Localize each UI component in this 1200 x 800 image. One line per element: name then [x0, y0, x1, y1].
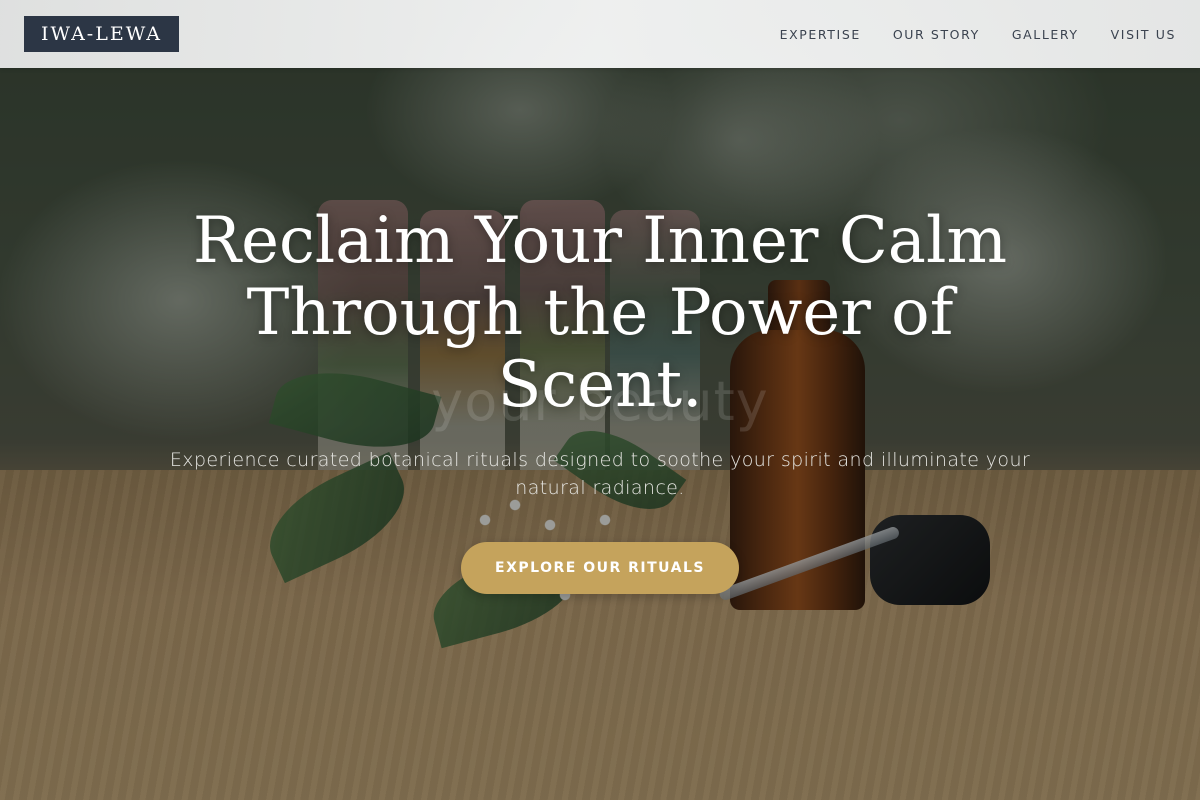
site-logo[interactable]: IWA-LEWA: [24, 16, 180, 52]
main-nav: EXPERTISE OUR STORY GALLERY VISIT US: [780, 0, 1176, 68]
site-header: IWA-LEWA EXPERTISE OUR STORY GALLERY VIS…: [0, 0, 1200, 68]
nav-link-our-story[interactable]: OUR STORY: [893, 27, 980, 42]
hero-subtitle: Experience curated botanical rituals des…: [169, 449, 1031, 499]
nav-link-gallery[interactable]: GALLERY: [1012, 27, 1079, 42]
nav-link-visit-us[interactable]: VISIT US: [1111, 27, 1176, 42]
hero-section: your beauty Reclaim Your Inner Calm Thro…: [0, 0, 1200, 800]
hero-headline: Reclaim Your Inner Calm Through the Powe…: [192, 204, 1008, 422]
explore-rituals-button[interactable]: EXPLORE OUR RITUALS: [461, 542, 739, 594]
nav-link-expertise[interactable]: EXPERTISE: [780, 27, 861, 42]
